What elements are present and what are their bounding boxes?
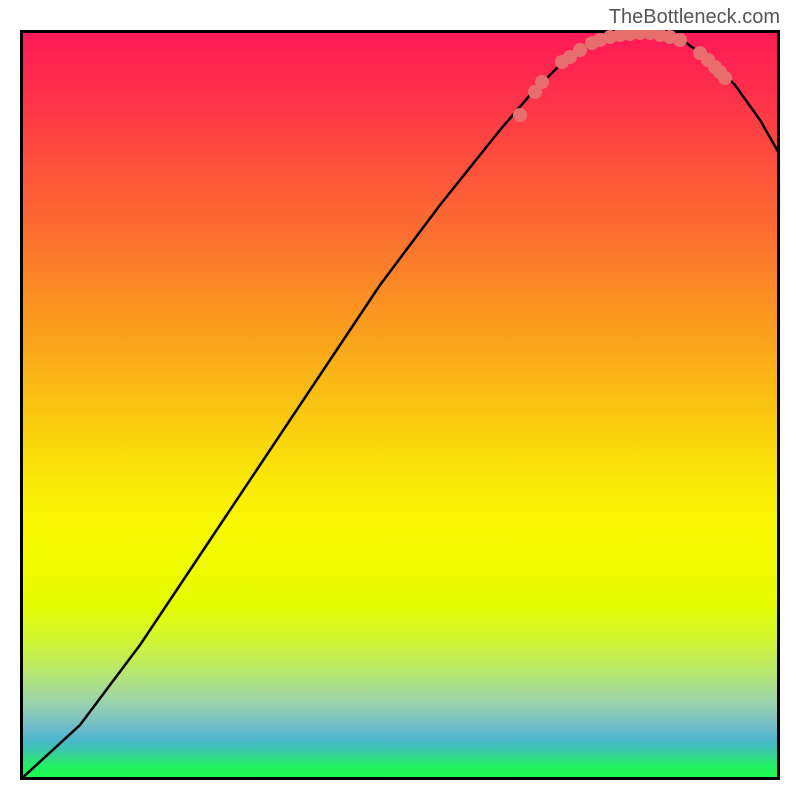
gradient-chart-background xyxy=(20,30,780,780)
watermark-text: TheBottleneck.com xyxy=(609,6,780,29)
